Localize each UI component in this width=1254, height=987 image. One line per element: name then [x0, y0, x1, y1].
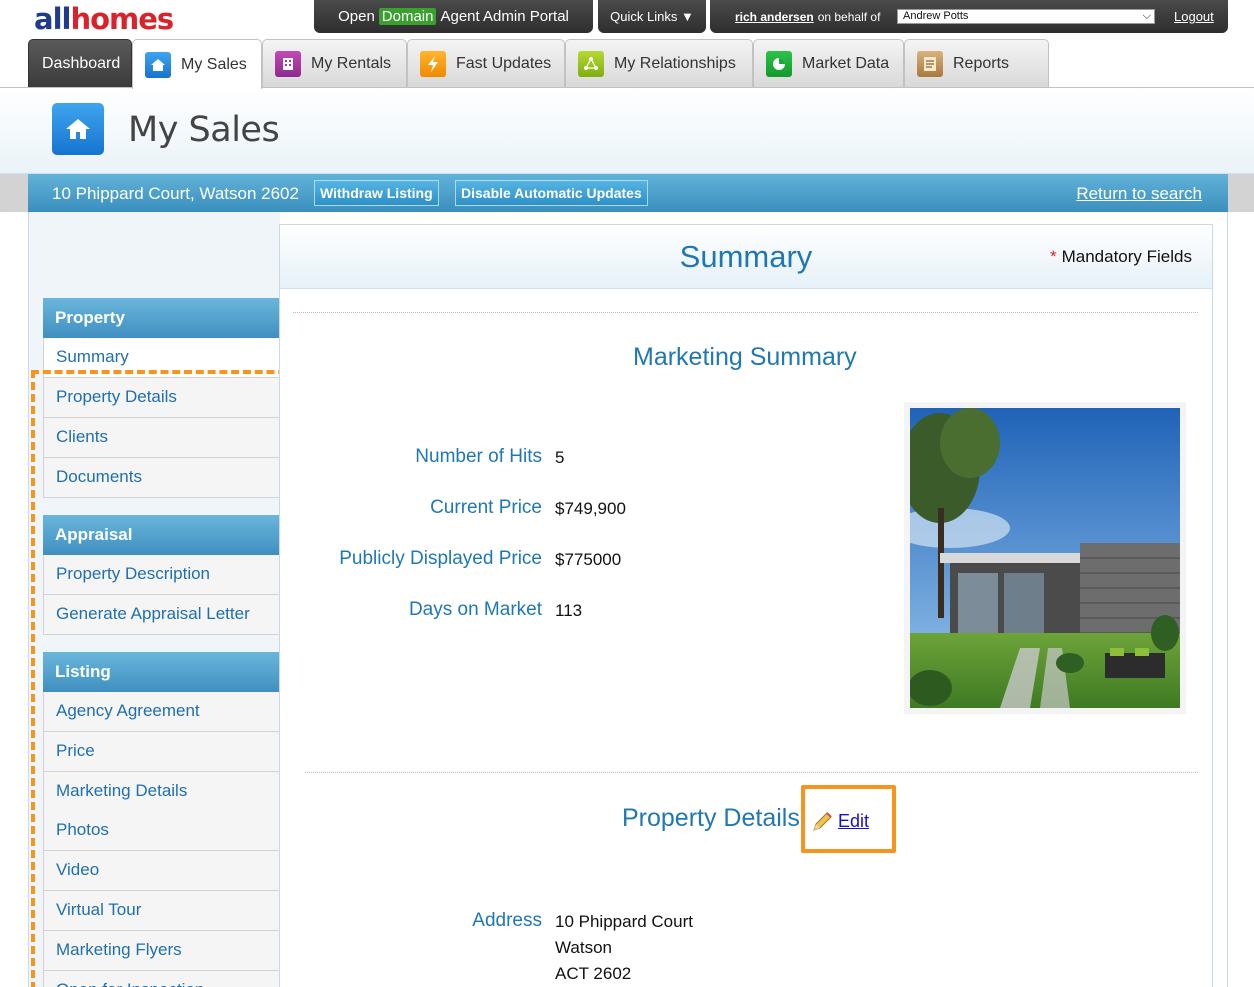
address-line: Watson [555, 938, 613, 957]
field-label-address: Address [472, 910, 542, 931]
chevron-down-icon: ⌵ [1142, 10, 1151, 22]
listing-address: 10 Phippard Court, Watson 2602 [52, 184, 299, 203]
report-icon [917, 51, 943, 77]
property-photo[interactable] [904, 402, 1186, 714]
logout-link[interactable]: Logout [1174, 9, 1214, 24]
tab-reports[interactable]: Reports [904, 39, 1049, 88]
divider [305, 772, 1198, 773]
tab-my-rentals[interactable]: My Rentals [262, 39, 407, 88]
left-border [28, 212, 29, 987]
field-label-publicly-displayed-price: Publicly Displayed Price [339, 548, 542, 569]
allhomes-logo[interactable]: allhomes [34, 2, 174, 36]
tab-fast-updates[interactable]: Fast Updates [407, 39, 565, 88]
marketing-summary-title: Marketing Summary [633, 343, 857, 371]
disable-automatic-updates-button[interactable]: Disable Automatic Updates [455, 180, 648, 206]
field-value-current-price: $749,900 [555, 499, 626, 518]
top-bar: allhomes Open Domain Agent Admin Portal … [0, 0, 1254, 89]
property-details-title: Property Details [622, 804, 800, 832]
tab-my-relationships[interactable]: My Relationships [565, 39, 753, 88]
tab-my-sales[interactable]: My Sales [132, 39, 262, 89]
divider [293, 312, 1198, 313]
tab-market-data[interactable]: Market Data [753, 39, 904, 88]
main-tabs: Dashboard My Sales My Rentals Fast Updat… [28, 39, 1049, 89]
pie-chart-icon [766, 51, 792, 77]
field-label-number-of-hits: Number of Hits [415, 446, 542, 467]
mandatory-fields-note: * Mandatory Fields [1049, 247, 1192, 266]
address-line: ACT 2602 [555, 964, 632, 983]
user-name-link[interactable]: rich andersen [735, 10, 814, 24]
return-to-search-link[interactable]: Return to search [1076, 184, 1202, 204]
agent-select[interactable]: Andrew Potts ⌵ [897, 9, 1155, 24]
right-border [1227, 212, 1228, 987]
lightning-icon [420, 51, 446, 77]
field-value-publicly-displayed-price: $775000 [555, 550, 622, 569]
withdraw-listing-button[interactable]: Withdraw Listing [314, 180, 439, 206]
on-behalf-label: on behalf of [817, 9, 881, 24]
my-sales-house-icon [52, 103, 104, 155]
building-icon [275, 51, 301, 77]
tab-dashboard[interactable]: Dashboard [28, 39, 132, 88]
field-value-number-of-hits: 5 [555, 448, 565, 467]
field-label-current-price: Current Price [430, 497, 542, 518]
agent-admin-portal-link[interactable]: Open Domain Agent Admin Portal [314, 0, 593, 33]
sidebar-heading-property: Property [43, 298, 279, 338]
domain-badge: Domain [378, 8, 437, 25]
page-title: My Sales [128, 110, 280, 150]
summary-header: Summary * Mandatory Fields [280, 225, 1212, 289]
listing-address-bar: 10 Phippard Court, Watson 2602 Withdraw … [28, 174, 1228, 212]
network-icon [578, 51, 604, 77]
user-bar: rich andersen on behalf of Andrew Potts … [710, 0, 1228, 33]
page-header: My Sales [0, 88, 1254, 174]
quick-links-menu[interactable]: Quick Links ▼ [598, 0, 706, 33]
field-value-days-on-market: 113 [555, 601, 583, 620]
mandatory-star: * [1049, 247, 1057, 266]
house-icon [145, 51, 171, 78]
highlight-edit-box [801, 785, 896, 853]
address-line: 10 Phippard Court [555, 912, 693, 931]
field-label-days-on-market: Days on Market [408, 599, 542, 620]
property-photo-image [910, 408, 1180, 708]
